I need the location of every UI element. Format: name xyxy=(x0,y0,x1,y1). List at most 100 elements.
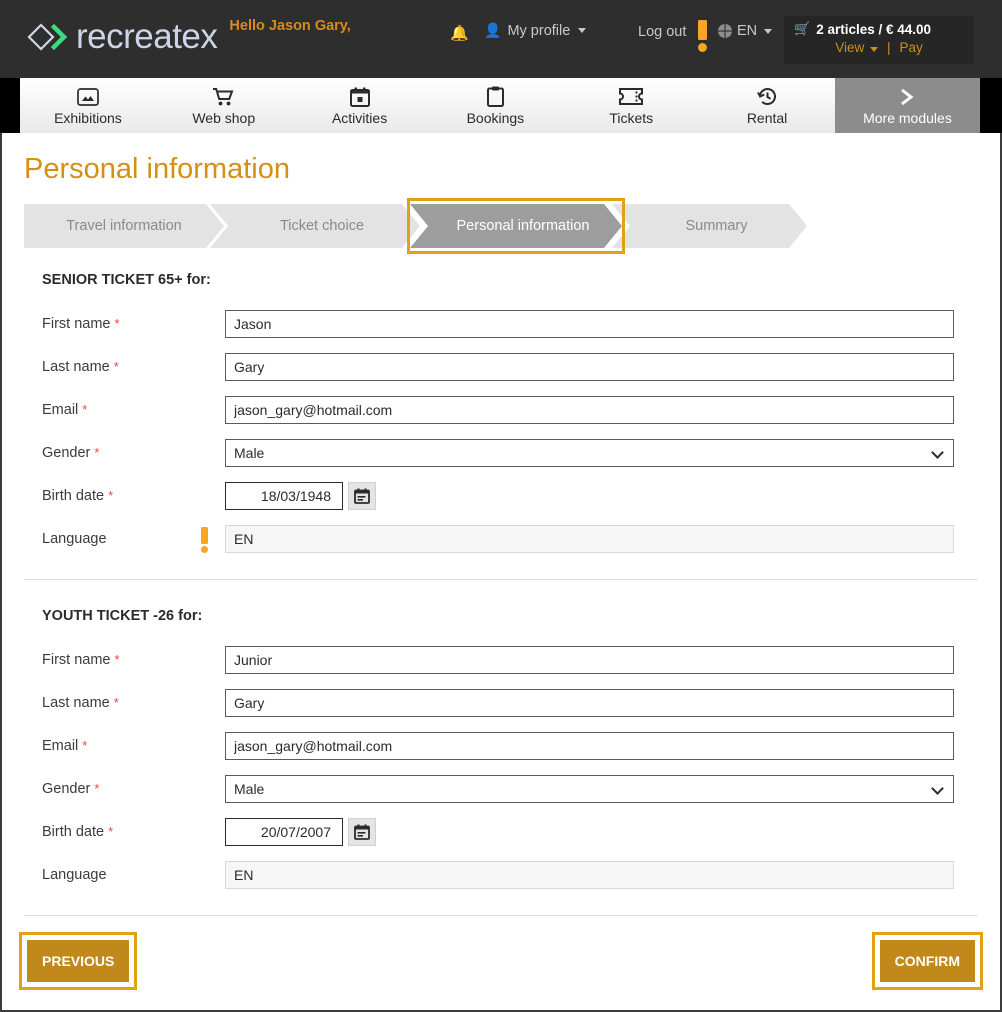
previous-button-highlight: PREVIOUS xyxy=(19,932,137,990)
nav-label: Tickets xyxy=(609,110,653,126)
field-label: Last name * xyxy=(42,359,225,375)
first-name-input[interactable] xyxy=(225,310,954,338)
field-row-gender: Gender * Male xyxy=(42,769,1000,809)
image-icon xyxy=(77,86,99,108)
last-name-input[interactable] xyxy=(225,353,954,381)
step-personal-information[interactable]: Personal information xyxy=(410,204,622,248)
email-input[interactable] xyxy=(225,396,954,424)
cart-separator: | xyxy=(887,40,891,55)
birth-date-input[interactable] xyxy=(225,818,343,846)
history-clock-icon xyxy=(757,86,778,108)
field-row-first-name: First name * xyxy=(42,304,1000,344)
gender-select[interactable]: Male xyxy=(225,439,954,467)
footer-divider xyxy=(24,915,978,916)
field-label: Language xyxy=(42,531,225,547)
language-readonly-value: EN xyxy=(225,861,954,889)
field-label: Email * xyxy=(42,738,225,754)
top-header: recreatex Hello Jason Gary, 🔔 👤 My profi… xyxy=(0,0,1002,78)
person-icon: 👤 xyxy=(484,22,501,39)
required-asterisk: * xyxy=(82,402,87,417)
logout-link[interactable]: Log out xyxy=(638,24,686,40)
chevron-down-icon xyxy=(764,29,772,34)
step-travel-information[interactable]: Travel information xyxy=(24,204,224,248)
nav-item-more-modules[interactable]: More modules xyxy=(835,78,980,133)
form-footer: PREVIOUS CONFIRM xyxy=(2,924,1000,1002)
ticket-section-youth: YOUTH TICKET -26 for: First name * Last … xyxy=(2,608,1000,895)
confirm-button-highlight: CONFIRM xyxy=(872,932,983,990)
chevron-right-icon xyxy=(898,86,916,108)
attention-marker-icon xyxy=(698,20,707,52)
step-label: Personal information xyxy=(457,218,590,234)
first-name-input[interactable] xyxy=(225,646,954,674)
module-navigation: Exhibitions Web shop Activities Bookings… xyxy=(0,78,1002,133)
shopping-cart-icon: 🛒 xyxy=(794,21,810,37)
required-asterisk: * xyxy=(108,824,113,839)
gender-select[interactable]: Male xyxy=(225,775,954,803)
field-row-email: Email * xyxy=(42,390,1000,430)
cart-view-link[interactable]: View xyxy=(835,40,878,55)
birth-date-input[interactable] xyxy=(225,482,343,510)
field-label: Gender * xyxy=(42,445,225,461)
section-title: SENIOR TICKET 65+ for: xyxy=(42,272,1000,288)
nav-label: Bookings xyxy=(467,110,525,126)
nav-item-web-shop[interactable]: Web shop xyxy=(156,78,292,133)
brand-logo[interactable]: recreatex xyxy=(26,17,217,57)
field-label: Last name * xyxy=(42,695,225,711)
page-title: Personal information xyxy=(24,153,1000,186)
field-row-last-name: Last name * xyxy=(42,683,1000,723)
bell-icon[interactable]: 🔔 xyxy=(450,24,469,42)
page-content: Personal information Travel information … xyxy=(0,133,1002,1012)
field-label: Language xyxy=(42,867,225,883)
calendar-icon[interactable] xyxy=(348,818,376,846)
required-asterisk: * xyxy=(94,781,99,796)
field-label: Birth date * xyxy=(42,488,225,504)
required-asterisk: * xyxy=(115,316,120,331)
clipboard-icon xyxy=(487,86,504,108)
step-label: Travel information xyxy=(66,218,182,234)
nav-label: Activities xyxy=(332,110,387,126)
chevron-down-icon xyxy=(870,47,878,52)
required-asterisk: * xyxy=(94,445,99,460)
cart-summary-row: 🛒 2 articles / € 44.00 xyxy=(794,21,964,37)
nav-item-tickets[interactable]: Tickets xyxy=(563,78,699,133)
email-input[interactable] xyxy=(225,732,954,760)
calendar-icon[interactable] xyxy=(348,482,376,510)
recreatex-logo-icon xyxy=(26,22,70,52)
step-ticket-choice[interactable]: Ticket choice xyxy=(210,204,420,248)
step-summary[interactable]: Summary xyxy=(612,204,807,248)
field-row-gender: Gender * Male xyxy=(42,433,1000,473)
cart-pay-link[interactable]: Pay xyxy=(900,40,923,55)
nav-item-bookings[interactable]: Bookings xyxy=(427,78,563,133)
nav-item-rental[interactable]: Rental xyxy=(699,78,835,133)
language-selector[interactable]: EN xyxy=(718,23,772,39)
field-label: Birth date * xyxy=(42,824,225,840)
step-label: Ticket choice xyxy=(280,218,364,234)
cart-widget[interactable]: 🛒 2 articles / € 44.00 View | Pay xyxy=(784,16,974,64)
required-asterisk: * xyxy=(108,488,113,503)
field-row-email: Email * xyxy=(42,726,1000,766)
confirm-button[interactable]: CONFIRM xyxy=(880,940,975,982)
globe-icon xyxy=(718,24,732,38)
field-row-birth-date: Birth date * xyxy=(42,812,1000,852)
field-label: Gender * xyxy=(42,781,225,797)
field-row-language: Language EN xyxy=(42,519,1000,559)
calendar-icon xyxy=(350,86,370,108)
step-label: Summary xyxy=(685,218,747,234)
field-row-birth-date: Birth date * xyxy=(42,476,1000,516)
shopping-cart-icon xyxy=(212,86,235,108)
my-profile-menu[interactable]: 👤 My profile xyxy=(484,22,586,39)
nav-item-activities[interactable]: Activities xyxy=(292,78,428,133)
field-row-last-name: Last name * xyxy=(42,347,1000,387)
greeting-text: Hello Jason Gary, xyxy=(229,18,350,34)
previous-button[interactable]: PREVIOUS xyxy=(27,940,129,982)
field-label: Email * xyxy=(42,402,225,418)
cart-summary-text: 2 articles / € 44.00 xyxy=(816,22,931,37)
attention-marker-icon xyxy=(201,527,208,553)
nav-item-exhibitions[interactable]: Exhibitions xyxy=(20,78,156,133)
my-profile-label: My profile xyxy=(507,23,570,39)
required-asterisk: * xyxy=(114,695,119,710)
required-asterisk: * xyxy=(115,652,120,667)
language-readonly-value: EN xyxy=(225,525,954,553)
last-name-input[interactable] xyxy=(225,689,954,717)
language-value: EN xyxy=(737,23,757,39)
